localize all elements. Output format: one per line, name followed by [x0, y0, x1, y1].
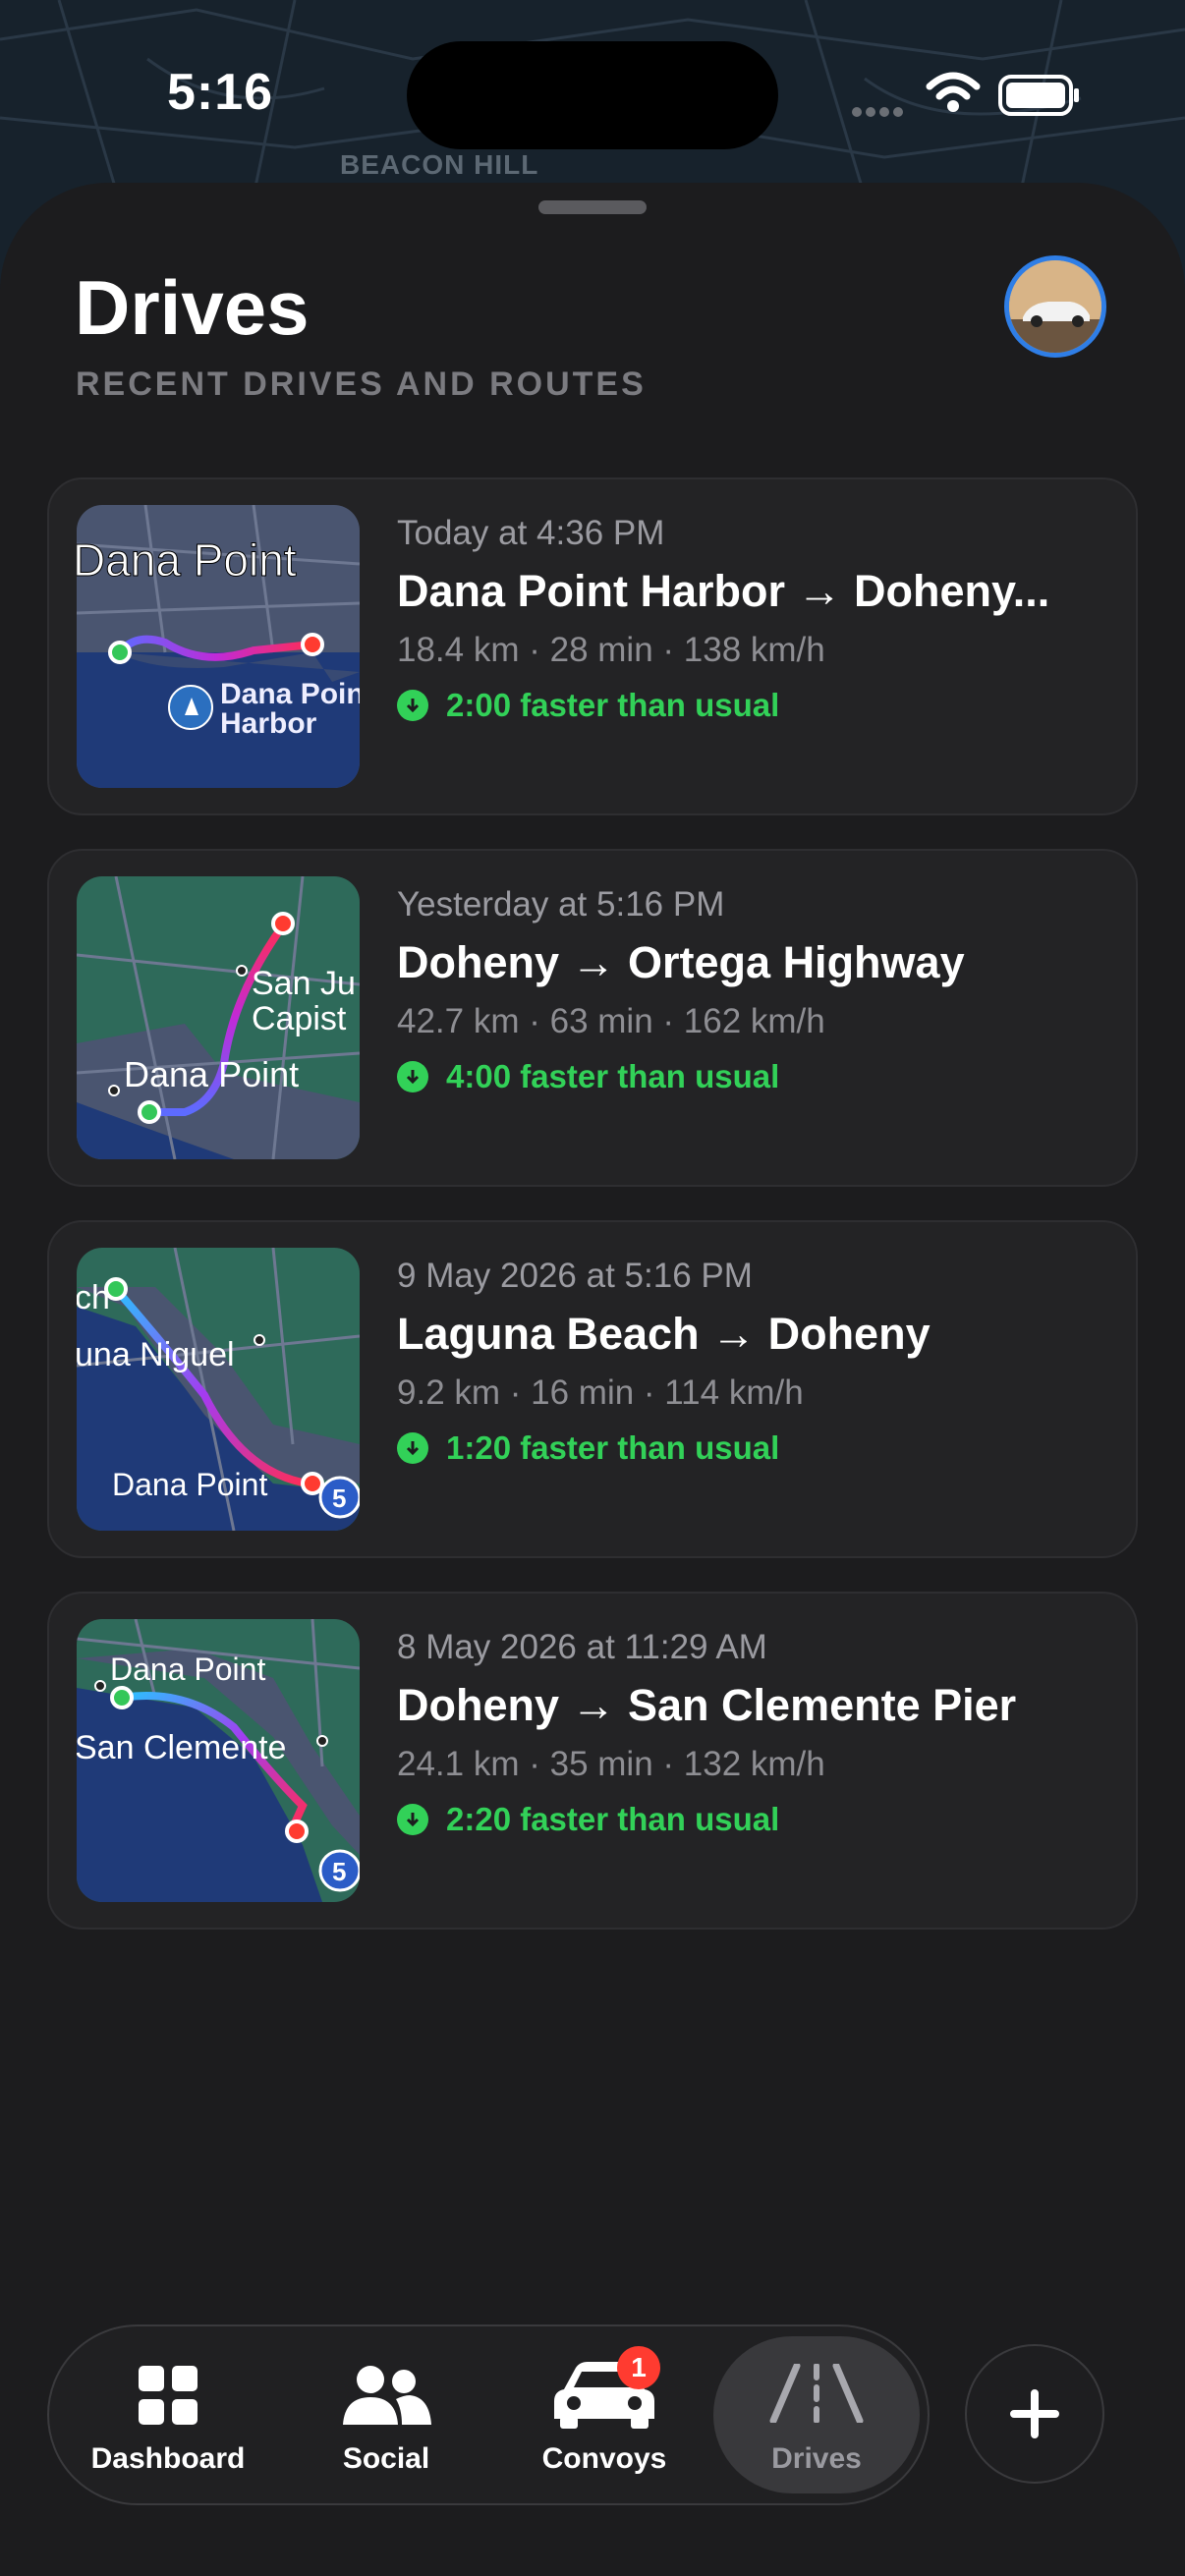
dynamic-island: [407, 41, 778, 149]
tab-label: Dashboard: [90, 2442, 246, 2475]
faster-indicator: 2:00 faster than usual: [397, 678, 1104, 733]
svg-text:Dana Point: Dana Point: [77, 534, 297, 586]
route-map-thumbnail: Dana Point Dana Point Harbor: [77, 505, 360, 788]
sheet-grabber[interactable]: [538, 200, 647, 214]
arrow-down-circle-icon: [397, 1432, 428, 1464]
faster-text: 2:00 faster than usual: [446, 687, 780, 723]
drive-card-1[interactable]: Dana Point Dana Point Harbor Today at 4:…: [47, 477, 1138, 815]
page-title: Drives: [75, 264, 310, 351]
route-map-thumbnail: Dana Point San Clemente 5: [77, 1619, 360, 1902]
route-map-thumbnail: ch una Niguel Dana Point 5: [77, 1248, 360, 1531]
faster-indicator: 1:20 faster than usual: [397, 1421, 1104, 1476]
drive-time: Today at 4:36 PM: [397, 514, 665, 552]
convoys-badge: 1: [617, 2346, 660, 2389]
avatar[interactable]: [1004, 255, 1106, 358]
faster-text: 2:20 faster than usual: [446, 1801, 780, 1837]
tab-convoys[interactable]: 1 Convoys: [501, 2326, 707, 2503]
svg-text:5: 5: [332, 1857, 346, 1886]
road-icon: [769, 2364, 864, 2423]
drives-sheet: Drives RECENT DRIVES AND ROUTES Dana Poi…: [0, 183, 1185, 2576]
drive-route: Doheny → Ortega Highway: [397, 937, 965, 987]
people-icon: [343, 2366, 431, 2425]
svg-text:Dana Point: Dana Point: [112, 1467, 267, 1502]
tab-drives[interactable]: Drives: [713, 2336, 920, 2493]
drive-route: Doheny → San Clemente Pier: [397, 1680, 1017, 1730]
drive-stats: 18.4 km · 28 min · 138 km/h: [397, 631, 825, 669]
drive-route: Dana Point Harbor → Doheny...: [397, 566, 1050, 616]
svg-text:Capist: Capist: [252, 1000, 347, 1037]
drive-route: Laguna Beach → Doheny: [397, 1309, 931, 1359]
arrow-down-circle-icon: [397, 1804, 428, 1835]
drive-time: 8 May 2026 at 11:29 AM: [397, 1628, 767, 1666]
svg-text:Dana Point: Dana Point: [124, 1054, 299, 1094]
svg-text:San Clemente: San Clemente: [77, 1729, 286, 1766]
status-time: 5:16: [167, 64, 274, 121]
tab-social[interactable]: Social: [283, 2326, 489, 2503]
arrow-down-circle-icon: [397, 690, 428, 721]
tab-label: Convoys: [541, 2442, 667, 2475]
faster-indicator: 4:00 faster than usual: [397, 1049, 1104, 1104]
svg-text:una Niguel: una Niguel: [77, 1336, 235, 1373]
arrow-down-circle-icon: [397, 1061, 428, 1092]
map-label-beacon-hill: BEACON HILL: [340, 149, 539, 180]
add-button[interactable]: [965, 2344, 1104, 2484]
page-subtitle: RECENT DRIVES AND ROUTES: [76, 365, 647, 403]
tab-dashboard[interactable]: Dashboard: [65, 2326, 271, 2503]
faster-text: 1:20 faster than usual: [446, 1429, 780, 1466]
drive-stats: 9.2 km · 16 min · 114 km/h: [397, 1373, 804, 1412]
faster-text: 4:00 faster than usual: [446, 1058, 780, 1094]
svg-text:Dana Point: Dana Point: [220, 678, 360, 710]
car-photo-icon: [1009, 260, 1101, 353]
drive-stats: 42.7 km · 63 min · 162 km/h: [397, 1002, 825, 1040]
plus-icon: [1010, 2389, 1059, 2438]
cellular-signal-icon: [852, 107, 903, 117]
battery-icon: [998, 75, 1079, 116]
svg-text:Harbor: Harbor: [220, 707, 317, 740]
svg-text:5: 5: [332, 1484, 346, 1513]
tab-label: Social: [342, 2442, 430, 2475]
tab-bar: Dashboard Social 1 Convoys Drives: [47, 2324, 930, 2505]
drive-time: Yesterday at 5:16 PM: [397, 885, 725, 924]
drive-time: 9 May 2026 at 5:16 PM: [397, 1257, 753, 1295]
drive-card-4[interactable]: Dana Point San Clemente 5 8 May 2026 at …: [47, 1592, 1138, 1930]
wifi-icon: [926, 72, 981, 112]
drive-stats: 24.1 km · 35 min · 132 km/h: [397, 1745, 825, 1783]
tab-label: Drives: [771, 2442, 862, 2475]
grid-icon: [139, 2366, 198, 2425]
svg-text:San Ju: San Ju: [252, 965, 356, 1002]
drive-card-3[interactable]: ch una Niguel Dana Point 5 9 May 2026 at…: [47, 1220, 1138, 1558]
drive-card-2[interactable]: San Ju Capist Dana Point Yesterday at 5:…: [47, 849, 1138, 1187]
svg-text:Dana Point: Dana Point: [110, 1652, 265, 1687]
status-bar: 5:16: [0, 0, 1185, 187]
svg-text:ch: ch: [77, 1279, 110, 1316]
faster-indicator: 2:20 faster than usual: [397, 1792, 1104, 1847]
route-map-thumbnail: San Ju Capist Dana Point: [77, 876, 360, 1159]
